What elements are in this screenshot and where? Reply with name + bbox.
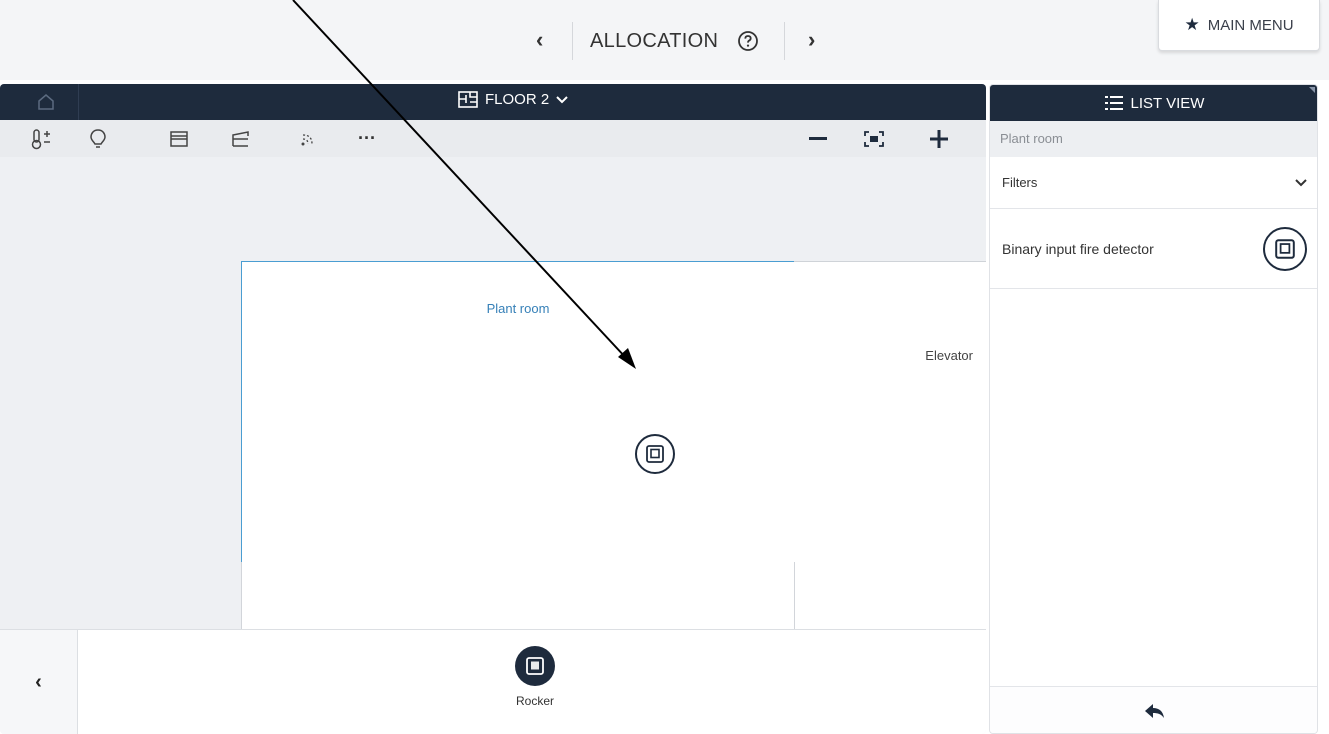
home-icon [38, 94, 54, 110]
minus-icon [809, 136, 827, 140]
top-bar: ‹ ALLOCATION › ★ MAIN MENU [0, 0, 1329, 80]
device-tile-label: Rocker [515, 694, 554, 708]
room-unnamed-bottom[interactable] [241, 562, 795, 629]
list-view-header[interactable]: LIST VIEW [990, 85, 1317, 121]
floor-plan-panel: FLOOR 2 ··· Plant room Elevator ‹ Rocker [0, 84, 986, 734]
filters-dropdown[interactable]: Filters [990, 157, 1317, 209]
back-arrow-icon [1144, 703, 1164, 718]
fit-screen-button[interactable] [849, 120, 899, 157]
thermostat-icon[interactable] [26, 120, 56, 157]
more-icon[interactable]: ··· [352, 120, 382, 157]
prev-page-button[interactable]: ‹ [536, 27, 543, 53]
device-tray: ‹ Rocker [0, 629, 986, 734]
chevron-down-icon [556, 95, 568, 103]
fire-detector-icon [1263, 226, 1307, 271]
shutter-icon[interactable] [226, 120, 256, 157]
fire-detector-icon [646, 445, 664, 463]
wireless-icon[interactable] [294, 120, 324, 157]
breadcrumb: Plant room [990, 121, 1317, 157]
placed-device-marker[interactable] [635, 434, 675, 474]
chevron-down-icon [1295, 178, 1307, 186]
floor-selector[interactable]: FLOOR 2 [458, 91, 568, 108]
star-icon: ★ [1184, 15, 1200, 34]
blind-icon[interactable] [164, 120, 194, 157]
zoom-out-button[interactable] [793, 120, 843, 157]
tray-back-button[interactable]: ‹ [0, 630, 78, 734]
filters-label: Filters [1002, 175, 1038, 190]
home-button[interactable] [0, 84, 79, 120]
plus-icon [930, 129, 948, 148]
next-page-button[interactable]: › [808, 27, 815, 53]
device-toolbar: ··· [0, 120, 986, 158]
bulb-icon[interactable] [83, 120, 113, 157]
floor-header: FLOOR 2 [0, 84, 986, 120]
rocker-icon [515, 646, 555, 686]
floor-name: FLOOR 2 [485, 91, 550, 108]
list-item[interactable]: Binary input fire detector [990, 209, 1317, 289]
page-title: ALLOCATION [590, 30, 719, 52]
chevron-left-icon: ‹ [35, 671, 42, 693]
title-divider-right [784, 22, 785, 60]
room-unnamed-right[interactable] [794, 446, 986, 629]
room-label-elevator: Elevator [925, 348, 973, 363]
title-divider-left [572, 22, 573, 60]
room-elevator[interactable]: Elevator [794, 261, 986, 447]
list-icon [1104, 96, 1123, 110]
device-tile-rocker[interactable]: Rocker [495, 646, 575, 708]
room-label-plant-room: Plant room [486, 301, 550, 316]
list-view-panel: LIST VIEW Plant room Filters Binary inpu… [989, 84, 1318, 734]
main-menu-button[interactable]: ★ MAIN MENU [1158, 0, 1320, 51]
list-back-button[interactable] [990, 686, 1317, 733]
floor-plan-canvas[interactable]: Plant room Elevator [0, 157, 986, 629]
question-circle-icon[interactable] [737, 30, 759, 52]
zoom-in-button[interactable] [914, 120, 964, 157]
list-view-title: LIST VIEW [1130, 94, 1205, 112]
list-item-label: Binary input fire detector [1002, 240, 1154, 257]
fit-screen-icon [864, 130, 884, 147]
floor-plan-icon [458, 91, 478, 108]
main-menu-label: MAIN MENU [1207, 16, 1294, 34]
corner-marker [1309, 87, 1315, 93]
